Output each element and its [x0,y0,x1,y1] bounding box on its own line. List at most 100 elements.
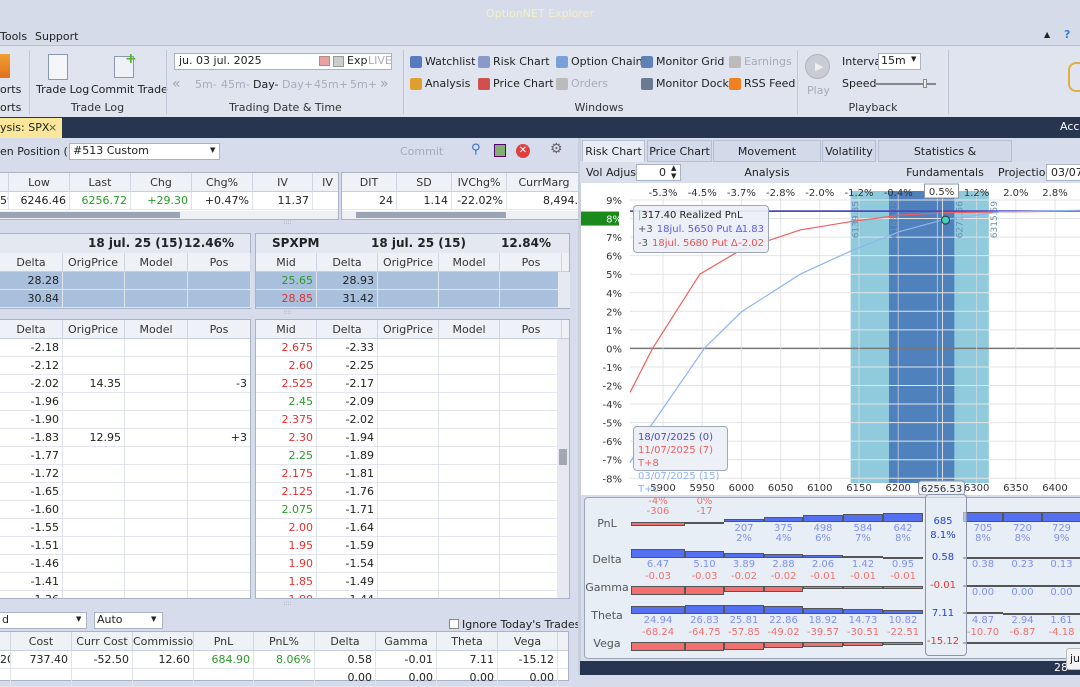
table-row[interactable]: -1.46 [0,555,250,573]
reports-button-label[interactable]: orts [0,83,21,96]
nav-plus-45m[interactable]: 45m+ [314,78,348,91]
table-row[interactable]: 2.60 -2.25 [256,357,569,375]
column-header[interactable]: Commission [133,632,194,651]
column-header[interactable]: Chg [131,173,192,192]
table-row[interactable]: -1.36 [0,591,250,598]
commit-trade-button[interactable]: + Commit Trade [91,51,168,100]
column-header[interactable]: Theta [437,632,498,651]
table-row[interactable]: -1.96 [0,393,250,411]
position-select[interactable]: #513 Custom ▼ [69,143,220,160]
table-row[interactable]: 25.65 28.93 [256,272,569,290]
column-header[interactable]: CurrMarg [507,173,582,192]
speed-slider-thumb[interactable] [923,79,928,88]
table-row[interactable]: -1.51 [0,537,250,555]
splitter-handle[interactable]: :::: [0,600,575,607]
table-row[interactable]: -1.72 [0,465,250,483]
trading-date-input[interactable]: ju. 03 jul. 2025 Exp LIVE [174,53,392,70]
risk-chart[interactable]: 9% 8% 7% 6% 5% 4% 2% 1% 0% -1% -2% -4% -5% -6% -7% -8% 5… [581,183,1080,495]
column-header[interactable]: Pos [501,253,562,272]
table-row[interactable]: 30.84 [0,290,251,308]
column-header[interactable]: Model [439,253,500,272]
column-header[interactable]: PnL [194,632,254,651]
settings-gear-icon[interactable]: ⚙ [550,141,563,157]
legend-entry[interactable]: 03/07/2025 (15) T+0 [638,470,723,496]
table-row[interactable]: 1.85 -1.49 [256,573,569,591]
search-icon[interactable]: ⚲ [471,142,481,157]
scrollbar-thumb[interactable] [0,212,180,218]
column-header[interactable]: OrigPrice [378,253,439,272]
play-icon[interactable]: ▶ [805,54,830,79]
column-header[interactable]: Mid [256,253,317,272]
live-button[interactable]: LIVE [368,54,392,67]
columns-icon[interactable] [494,144,506,157]
window-button-monitor-grid[interactable]: Monitor Grid [641,55,724,68]
window-button-rss-feed[interactable]: RSS Feed [729,77,795,90]
column-header[interactable]: Delta [315,632,376,651]
table-row[interactable]: 2.30 -1.94 [256,429,569,447]
vertical-scrollbar[interactable] [558,272,570,308]
column-header[interactable]: Model [439,320,500,339]
column-header[interactable]: Delta [0,320,63,339]
column-header[interactable]: IV [253,173,313,192]
window-button-monitor-dock[interactable]: Monitor Dock [641,77,729,90]
collapse-ribbon-icon[interactable]: ▲ [1044,30,1050,39]
table-row[interactable]: -2.18 [0,339,250,357]
table-row[interactable]: 2.00 -1.64 [256,519,569,537]
nav-minus-45m[interactable]: 45m- [221,78,250,91]
table-row[interactable]: 20737.40-52.5012.60684.908.06%0.58-0.017… [0,651,568,669]
column-header[interactable]: Pos [188,320,250,339]
table-row[interactable]: -1.55 [0,519,250,537]
table-row[interactable]: 1.95 -1.59 [256,537,569,555]
vol-adjust-spinner[interactable]: 0 ▲ ▼ [636,164,681,181]
column-header[interactable] [0,173,9,192]
nav-minus-day[interactable]: Day- [253,78,279,91]
column-header[interactable]: Vega [498,632,558,651]
column-header[interactable]: Curr Cost [72,632,133,651]
tab-statistics-fundamentals[interactable]: Statistics & Fundamentals [878,140,1012,179]
tab-movement-analysis[interactable]: Movement Analysis [713,140,821,179]
column-header[interactable]: Model [125,320,188,339]
column-header[interactable]: DIT [342,173,397,192]
column-header[interactable]: Delta [0,253,63,272]
table-row[interactable]: -2.12 [0,357,250,375]
nav-plus-5m[interactable]: 5m+ [350,78,377,91]
ignore-todays-trades-label[interactable]: Ignore Today's Trades [462,618,580,631]
window-button-price-chart[interactable]: Price Chart [478,77,554,90]
reports-icon[interactable] [0,54,10,78]
window-button-watchlist[interactable]: Watchlist [410,55,475,68]
column-header[interactable]: Low [9,173,70,192]
help-icon[interactable]: ? [1064,28,1070,41]
tab-price-chart[interactable]: Price Chart [647,140,712,162]
projection-date-input[interactable]: 03/07/ [1046,164,1080,181]
scrollbar-thumb[interactable] [356,212,506,218]
tab-analysis-spx[interactable]: ysis: SPX × [0,118,62,138]
window-button-orders[interactable]: Orders [556,77,608,90]
table-row[interactable]: -1.60 [0,501,250,519]
column-header[interactable]: PnL% [254,632,315,651]
table-row[interactable]: 2.25 -1.89 [256,447,569,465]
column-header[interactable]: Gamma [376,632,437,651]
fast-forward-icon[interactable]: » [380,76,389,92]
splitter-handle[interactable]: :::: [0,219,575,226]
vertical-scrollbar[interactable] [557,339,569,598]
play-label[interactable]: Play [807,84,830,97]
table-row[interactable]: 2.525 -2.17 [256,375,569,393]
splitter-handle[interactable]: :::: [0,309,575,316]
account-label[interactable]: Acc [1060,120,1079,133]
close-position-icon[interactable]: ✕ [516,144,530,158]
column-header[interactable]: IVChg% [452,173,507,192]
table-row[interactable]: -1.83 12.95 +3 [0,429,250,447]
window-button-analysis[interactable]: Analysis [410,77,470,90]
table-row[interactable]: -1.77 [0,447,250,465]
table-row[interactable]: -1.90 [0,411,250,429]
tab-risk-chart[interactable]: Risk Chart [582,140,645,162]
table-row[interactable]: 2.075 -1.71 [256,501,569,519]
menu-tools[interactable]: Tools [0,30,27,43]
table-row[interactable]: 1.80-1.44 [256,591,569,598]
window-button-risk-chart[interactable]: Risk Chart [478,55,550,68]
column-header[interactable]: Chg% [192,173,253,192]
table-row[interactable]: 2.175 -1.81 [256,465,569,483]
table-row[interactable]: 0.00 0.00 0.00 0.00 [0,669,568,687]
nav-minus-5m[interactable]: 5m- [195,78,217,91]
table-row[interactable]: 28.85 31.42 [256,290,569,308]
